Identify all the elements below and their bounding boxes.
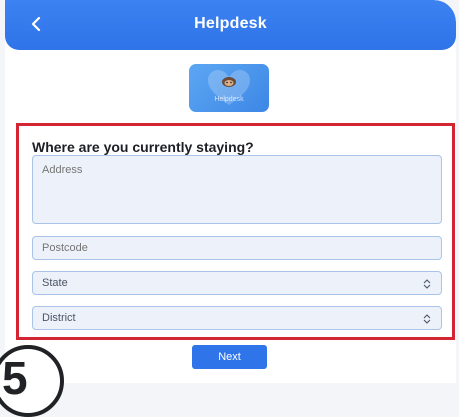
chevron-updown-icon <box>422 313 432 325</box>
district-select[interactable]: District <box>32 306 442 330</box>
chevron-updown-icon <box>422 278 432 290</box>
mascot-icon <box>222 77 236 87</box>
state-select[interactable]: State <box>32 271 442 295</box>
phone-screen: Helpdesk Helpdesk Where are you currentl… <box>5 0 456 383</box>
next-button[interactable]: Next <box>192 345 267 369</box>
form-question: Where are you currently staying? <box>32 139 254 155</box>
state-select-label: State <box>42 277 68 289</box>
page-title: Helpdesk <box>194 15 267 32</box>
postcode-field[interactable] <box>32 236 442 260</box>
address-form-highlight: Where are you currently staying? State D… <box>16 123 455 340</box>
address-field[interactable] <box>32 155 442 224</box>
district-select-label: District <box>42 312 76 324</box>
helpdesk-logo: Helpdesk <box>189 64 269 112</box>
app-header: Helpdesk <box>5 0 456 50</box>
logo-caption: Helpdesk <box>214 96 244 103</box>
step-number-badge: 5 <box>0 345 64 417</box>
step-number: 5 <box>2 352 28 404</box>
